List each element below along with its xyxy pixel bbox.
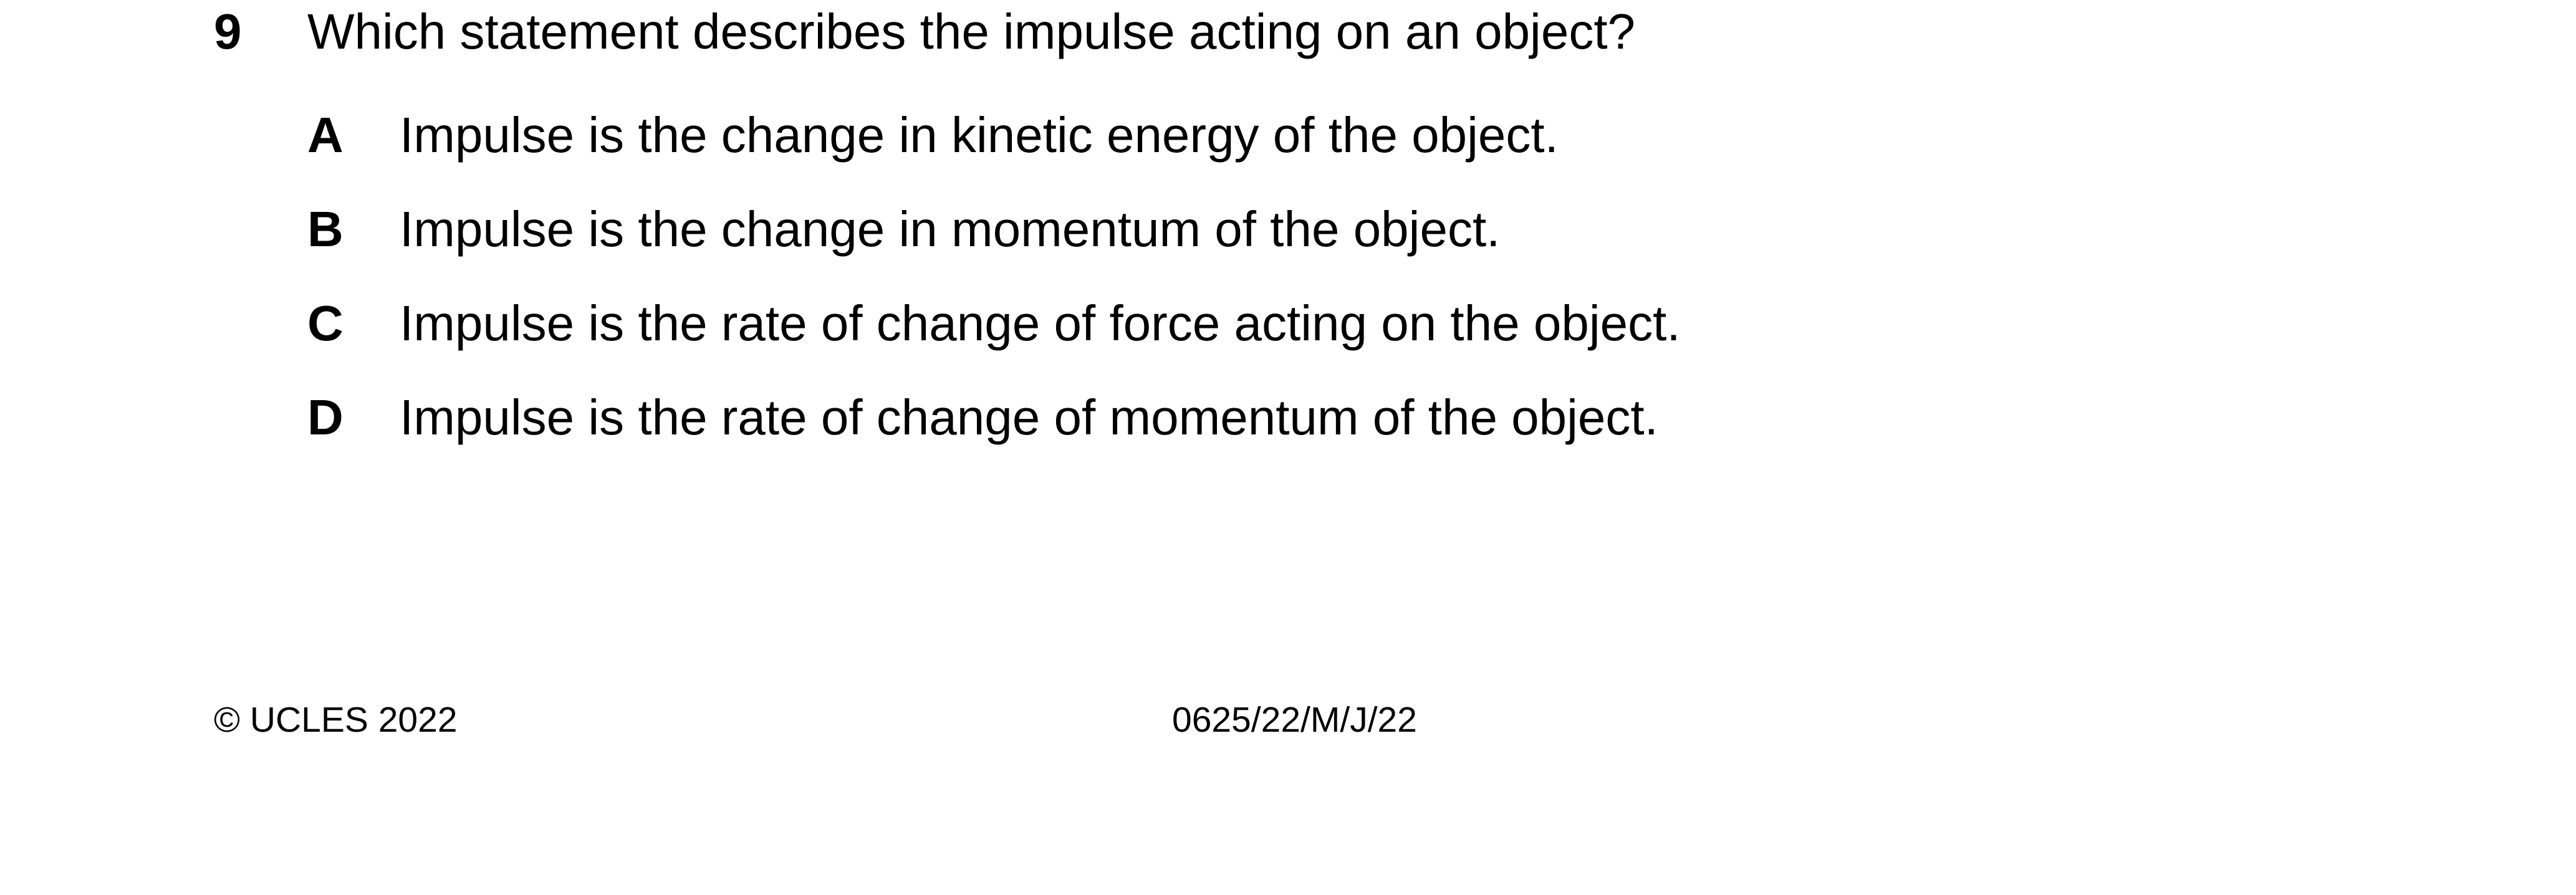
question-text: Which statement describes the impulse ac… [307,4,1636,59]
option-letter: A [307,107,344,163]
option-text: Impulse is the rate of change of momentu… [400,390,1658,445]
option-letter: B [307,201,344,257]
copyright-notice: © UCLES 2022 [214,700,458,740]
question-number: 9 [214,4,242,59]
paper-code: 0625/22/M/J/22 [1172,700,1417,740]
option-letter: C [307,295,344,351]
option-text: Impulse is the change in momentum of the… [400,201,1501,257]
option-text: Impulse is the change in kinetic energy … [400,107,1559,163]
option-text: Impulse is the rate of change of force a… [400,295,1681,351]
option-letter: D [307,390,344,445]
